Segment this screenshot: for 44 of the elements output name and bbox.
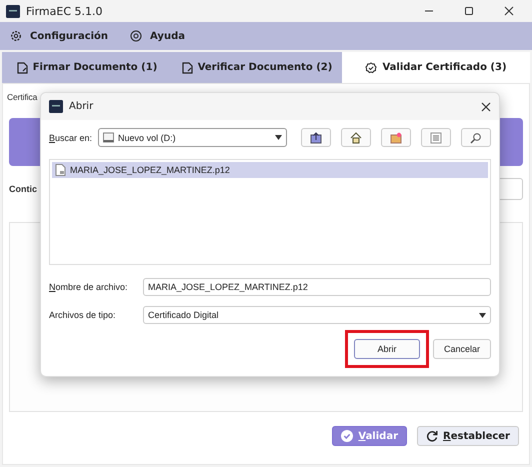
document-icon bbox=[16, 62, 28, 74]
list-icon bbox=[429, 130, 444, 144]
document-icon bbox=[182, 62, 193, 74]
reset-button[interactable]: Restablecer bbox=[417, 426, 519, 446]
dialog-title: Abrir bbox=[69, 101, 94, 112]
refresh-icon bbox=[426, 430, 438, 442]
check-circle-icon bbox=[341, 430, 354, 442]
gear-icon bbox=[10, 30, 22, 42]
folder-up-icon bbox=[309, 130, 324, 144]
tab[interactable]: Firmar Documento (1) bbox=[2, 52, 172, 83]
file-type-dropdown[interactable]: Certificado Digital bbox=[143, 306, 491, 324]
field-label: Certifica bbox=[7, 92, 38, 102]
close-icon[interactable] bbox=[504, 6, 514, 16]
app-logo-icon bbox=[6, 4, 20, 18]
file-icon bbox=[55, 164, 66, 176]
folder-icon bbox=[389, 130, 404, 144]
tab[interactable]: Verificar Documento (2) bbox=[172, 52, 342, 83]
field-label: Nombre de archivo: bbox=[49, 282, 129, 292]
tab[interactable]: Validar Certificado (3) bbox=[342, 52, 530, 83]
at-sign-icon bbox=[130, 30, 142, 42]
magnifier-icon bbox=[469, 130, 484, 144]
toolbar-button[interactable] bbox=[381, 128, 412, 147]
dropdown-caret-icon bbox=[479, 312, 486, 318]
cancel-button[interactable]: Cancelar bbox=[433, 339, 491, 359]
home-icon bbox=[349, 130, 364, 144]
open-button[interactable]: Abrir bbox=[354, 339, 420, 359]
field-label: Contic bbox=[9, 184, 37, 194]
close-icon[interactable] bbox=[481, 102, 491, 112]
toolbar-button[interactable] bbox=[341, 128, 372, 147]
menu-item[interactable]: Configuración bbox=[10, 30, 108, 42]
look-in-dropdown[interactable]: Nuevo vol (D:) bbox=[98, 128, 288, 147]
toolbar-button[interactable] bbox=[301, 128, 332, 147]
menu-item[interactable]: Ayuda bbox=[130, 30, 185, 42]
app-logo-icon bbox=[49, 100, 63, 113]
dropdown-caret-icon bbox=[275, 135, 282, 140]
toolbar-button[interactable] bbox=[421, 128, 452, 147]
maximize-icon[interactable] bbox=[464, 6, 474, 16]
file-item[interactable]: MARIA_JOSE_LOPEZ_MARTINEZ.p12 bbox=[52, 162, 488, 178]
file-name-field[interactable]: MARIA_JOSE_LOPEZ_MARTINEZ.p12 bbox=[143, 278, 491, 296]
field-label: Buscar en: bbox=[49, 132, 92, 142]
field-label: Archivos de tipo: bbox=[49, 310, 117, 320]
drive-icon bbox=[103, 132, 114, 143]
window-title: FirmaEC 5.1.0 bbox=[26, 4, 104, 18]
toolbar-button[interactable] bbox=[461, 128, 491, 147]
